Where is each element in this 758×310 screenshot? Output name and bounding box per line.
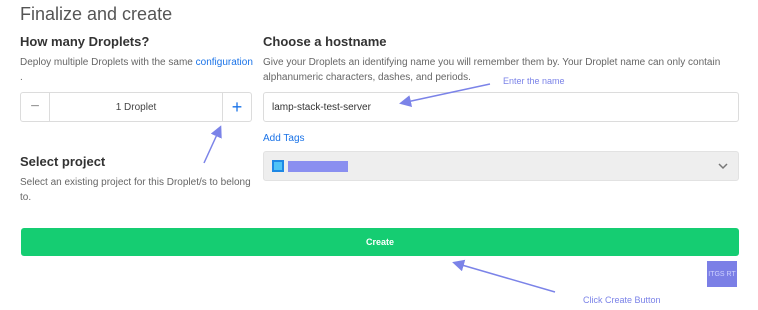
configuration-link[interactable]: configuration <box>196 57 253 68</box>
annotation-enter-name: Enter the name <box>503 76 565 86</box>
project-select[interactable] <box>263 151 739 181</box>
annotation-click-create: Click Create Button <box>583 295 661 305</box>
chevron-down-icon <box>718 163 728 170</box>
droplets-description: Deploy multiple Droplets with the same c… <box>20 55 255 85</box>
arrow-to-create <box>452 259 556 293</box>
project-icon <box>272 160 284 172</box>
droplets-description-text: Deploy multiple Droplets with the same <box>20 57 193 68</box>
droplet-count-stepper: − 1 Droplet + <box>20 92 252 122</box>
decrement-button[interactable]: − <box>21 93 50 121</box>
add-tags-link[interactable]: Add Tags <box>263 133 305 144</box>
droplets-description-suffix: . <box>20 72 23 83</box>
increment-button[interactable]: + <box>222 93 251 121</box>
create-button[interactable]: Create <box>21 228 739 256</box>
page-title: Finalize and create <box>20 4 173 24</box>
project-heading: Select project <box>20 154 106 169</box>
hostname-heading: Choose a hostname <box>263 34 387 49</box>
watermark-logo: ITGS RT <box>707 261 737 287</box>
hostname-input[interactable] <box>263 92 739 122</box>
project-name-redacted <box>288 160 348 172</box>
droplets-heading: How many Droplets? <box>20 34 150 49</box>
droplet-count: 1 Droplet <box>115 101 157 113</box>
arrow-to-increment <box>203 125 222 164</box>
project-description: Select an existing project for this Drop… <box>20 177 251 203</box>
